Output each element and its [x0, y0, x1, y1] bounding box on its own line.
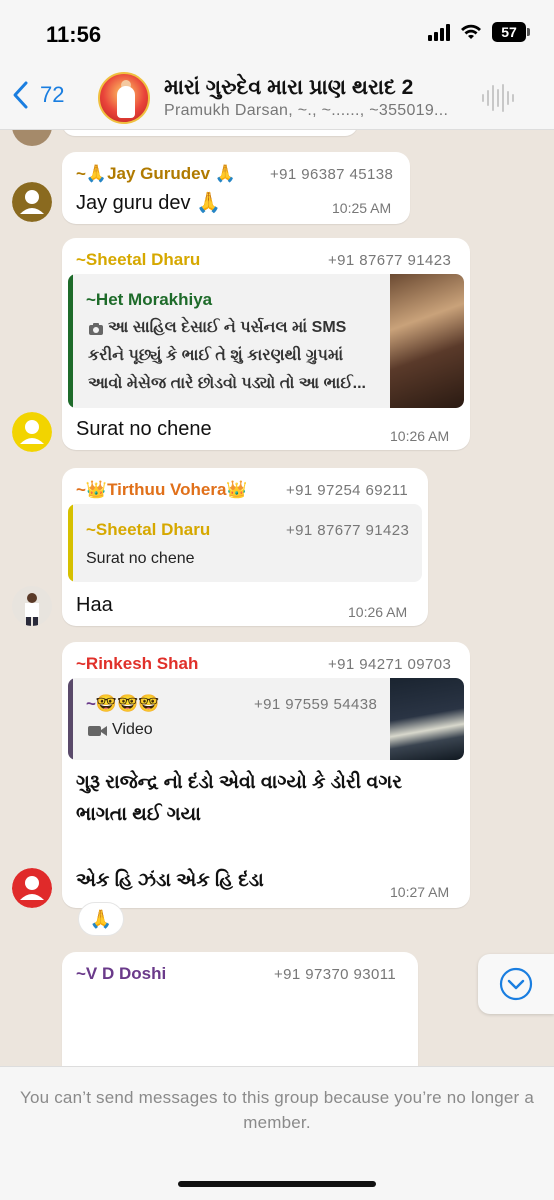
message-time: 10:27 AM — [390, 884, 450, 900]
footer: You can’t send messages to this group be… — [0, 1066, 554, 1200]
quoted-sender: ~Het Morakhiya — [86, 290, 213, 309]
chevron-down-circle-icon — [499, 967, 533, 1001]
sender-phone: +91 97370 93011 — [274, 966, 397, 983]
chat-header: 72 મારાં ગુરુદેવ મારા પ્રાણ થરાદ 2 Pramu… — [0, 68, 554, 130]
avatar[interactable] — [12, 868, 52, 908]
sender-phone: +91 94271 09703 — [328, 656, 452, 673]
back-button[interactable]: 72 — [10, 80, 64, 110]
message-bubble[interactable]: ~V D Doshi +91 97370 93011 — [62, 952, 418, 1066]
quoted-sender: ~Sheetal Dharu — [86, 520, 211, 539]
sender-name[interactable]: ~Sheetal Dharu — [76, 250, 200, 270]
chevron-left-icon — [13, 81, 28, 109]
quoted-sender: ~🤓🤓🤓 — [86, 694, 160, 713]
home-indicator[interactable] — [178, 1181, 376, 1187]
quoted-message[interactable]: ~🤓🤓🤓 +91 97559 54438 Video — [68, 678, 464, 760]
scroll-to-bottom-button[interactable] — [478, 954, 554, 1014]
quoted-image-thumbnail — [390, 274, 464, 408]
avatar[interactable] — [12, 182, 52, 222]
message-bubble[interactable]: ~🙏Jay Gurudev 🙏 +91 96387 45138 Jay guru… — [62, 152, 410, 224]
message-text: Jay guru dev 🙏 — [76, 192, 221, 214]
message-text: Haa — [76, 594, 113, 616]
sender-name[interactable]: ~🙏Jay Gurudev 🙏 — [76, 164, 236, 184]
cellular-signal-icon — [428, 23, 450, 41]
sender-name[interactable]: ~👑Tirthuu Vohera👑 — [76, 480, 248, 500]
message-text-line: ભાગતા થઈ ગયા — [76, 804, 201, 825]
sender-phone: +91 96387 45138 — [270, 166, 394, 183]
wifi-icon — [461, 24, 481, 39]
group-avatar[interactable] — [98, 72, 150, 124]
quoted-text: Surat no chene — [86, 550, 195, 567]
quoted-message[interactable]: ~Sheetal Dharu +91 87677 91423 Surat no … — [68, 504, 422, 582]
quoted-video-thumbnail — [390, 678, 464, 760]
quoted-message[interactable]: ~Het Morakhiya આ સાહિલ દેસાઈ ને પર્સનલ મ… — [68, 274, 464, 408]
unread-count: 72 — [40, 82, 65, 107]
group-members[interactable]: Pramukh Darsan, ~., ~......, ~355019... — [164, 102, 448, 120]
quoted-text-line: આવો મેસેજ તારે છોડવો પડ્યો તો આ ભાઈ... — [88, 375, 367, 392]
audio-call-icon[interactable] — [482, 84, 514, 112]
avatar[interactable] — [12, 412, 52, 452]
quoted-text: Video — [112, 721, 153, 738]
message-reaction[interactable]: 🙏 — [78, 902, 124, 936]
message-text-line: એક હિ ઝંડા એક હિ દંડા — [76, 870, 264, 891]
sender-phone: +91 87677 91423 — [328, 252, 452, 269]
status-time: 11:56 — [46, 22, 102, 47]
message-text-line: ગુરૂ રાજેન્દ્ર નો દંડો એવો વાગ્યો કે ડોર… — [76, 772, 403, 793]
group-title[interactable]: મારાં ગુરુદેવ મારા પ્રાણ થરાદ 2 — [164, 76, 413, 100]
message-bubble[interactable]: ~Sheetal Dharu +91 87677 91423 ~Het Mora… — [62, 238, 470, 450]
message-time: 10:25 AM — [332, 200, 392, 216]
status-icons: 57 — [428, 22, 530, 42]
message-time: 10:26 AM — [348, 604, 408, 620]
avatar[interactable] — [12, 130, 52, 146]
message-time: 10:26 AM — [390, 428, 450, 444]
chat-area[interactable]: ~🙏Jay Gurudev 🙏 +91 96387 45138 Jay guru… — [0, 130, 554, 1066]
sender-phone: +91 97254 69211 — [286, 482, 409, 499]
message-bubble[interactable]: ~👑Tirthuu Vohera👑 +91 97254 69211 ~Sheet… — [62, 468, 428, 626]
status-bar: 11:56 57 — [0, 0, 554, 68]
quoted-phone: +91 87677 91423 — [286, 522, 410, 539]
camera-icon — [89, 323, 103, 335]
avatar[interactable] — [12, 586, 52, 626]
message-text: Surat no chene — [76, 418, 212, 440]
message-bubble[interactable]: ~Rinkesh Shah +91 94271 09703 ~🤓🤓🤓 +91 9… — [62, 642, 470, 908]
video-icon — [88, 726, 107, 736]
quoted-text-line: કરીને પૂછ્યું કે ભાઈ તે શું કારણથી ગ્રુપ… — [88, 347, 344, 364]
message-bubble[interactable] — [62, 130, 358, 136]
quoted-text-line: આ સાહિલ દેસાઈ ને પર્સનલ માં SMS — [108, 319, 347, 336]
quoted-phone: +91 97559 54438 — [254, 696, 378, 713]
sender-name[interactable]: ~Rinkesh Shah — [76, 654, 198, 674]
sender-name[interactable]: ~V D Doshi — [76, 964, 166, 984]
not-member-notice: You can’t send messages to this group be… — [20, 1088, 535, 1132]
battery-icon: 57 — [492, 22, 530, 42]
